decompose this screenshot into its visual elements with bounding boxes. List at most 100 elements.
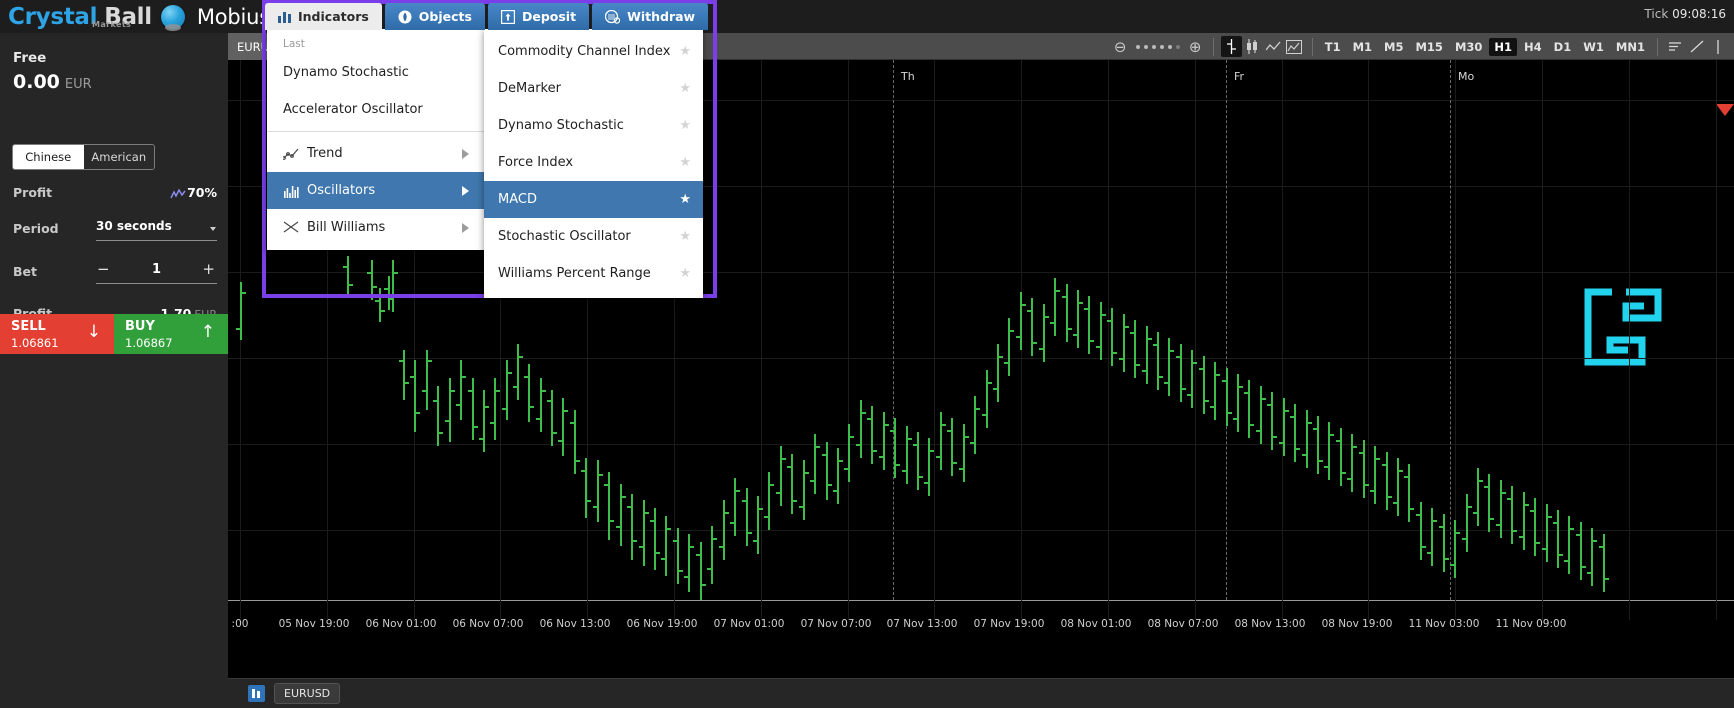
line-chart-type-icon[interactable] (1263, 36, 1284, 57)
menu-item-trend[interactable]: Trend (267, 135, 485, 172)
favorite-star-icon[interactable]: ★ (679, 44, 691, 59)
area-chart-type-icon[interactable] (1284, 36, 1305, 57)
zoom-level-dots[interactable] (1135, 44, 1180, 49)
chart-candle (963, 424, 965, 482)
chart-candle-open (456, 404, 461, 406)
chart-candle (826, 442, 828, 500)
chart-candle-open (1382, 464, 1387, 466)
chart-candle (1568, 516, 1570, 574)
chart-candle (928, 438, 930, 496)
favorite-star-icon[interactable]: ★ (679, 155, 691, 170)
menu-item-oscillators[interactable]: Oscillators (267, 172, 485, 209)
chart-candle-open (1336, 440, 1341, 442)
chart-candle-open (343, 266, 348, 268)
chart-candle (1123, 314, 1125, 372)
option-style-american[interactable]: American (83, 145, 154, 169)
bet-value[interactable]: 1 (96, 262, 217, 277)
tab-indicators[interactable]: Indicators (265, 3, 382, 30)
chevron-down-icon (210, 227, 216, 231)
menu-item-label: Accelerator Oscillator (283, 102, 423, 117)
favorite-star-icon[interactable]: ★ (679, 266, 691, 281)
chart-candle-open (810, 480, 815, 482)
zoom-out-icon[interactable]: ⊖ (1110, 36, 1131, 57)
chart-candle (597, 460, 599, 522)
timeframe-m5[interactable]: M5 (1379, 38, 1408, 56)
submenu-item-commodity-channel-index[interactable]: Commodity Channel Index ★ (484, 33, 703, 70)
chart-candle-open (707, 568, 712, 570)
timeframe-t1[interactable]: T1 (1320, 38, 1346, 56)
chart-candle-close (1181, 388, 1187, 390)
chart-candle (608, 472, 610, 540)
chart-candle-close (1444, 558, 1450, 560)
chart-candle (986, 370, 988, 428)
buy-price: 1.06867 (125, 336, 173, 350)
timeframe-h4[interactable]: H4 (1519, 38, 1547, 56)
chart-candle-close (827, 484, 833, 486)
submenu-item-stochastic-oscillator[interactable]: Stochastic Oscillator ★ (484, 218, 703, 255)
bet-increase-button[interactable]: + (202, 260, 215, 278)
menu-item-label: Bill Williams (307, 220, 386, 235)
timeframe-h1[interactable]: H1 (1489, 37, 1518, 56)
timeframe-mn1[interactable]: MN1 (1611, 38, 1650, 56)
timeframe-m30[interactable]: M30 (1450, 38, 1487, 56)
chart-time-label: 08 Nov 19:00 (1321, 618, 1393, 630)
chart-candle-close (792, 500, 798, 502)
favorite-star-icon[interactable]: ★ (679, 229, 691, 244)
chart-day-label: Fr (1234, 70, 1245, 83)
tab-objects[interactable]: Objects (384, 3, 485, 30)
submenu-item-demarker[interactable]: DeMarker ★ (484, 70, 703, 107)
favorite-star-icon[interactable]: ★ (679, 81, 691, 96)
chart-candle (1454, 520, 1456, 578)
menu-item-dynamo-stochastic-recent[interactable]: Dynamo Stochastic (267, 54, 485, 91)
candlestick-chart-type-icon[interactable] (1242, 36, 1263, 57)
menu-item-bill-williams[interactable]: Bill Williams (267, 209, 485, 246)
data-window-icon[interactable] (1665, 36, 1686, 57)
chart-candle-open (1496, 524, 1501, 526)
timeframe-d1[interactable]: D1 (1549, 38, 1577, 56)
tab-withdraw[interactable]: Withdraw (592, 3, 709, 30)
vertical-line-icon[interactable] (1707, 36, 1728, 57)
bet-stepper[interactable]: − 1 + (96, 260, 217, 284)
option-style-toggle[interactable]: Chinese American (12, 144, 155, 170)
chart-candle (871, 406, 873, 464)
status-symbol-chip[interactable]: EURUSD (274, 683, 341, 704)
submenu-item-dynamo-stochastic[interactable]: Dynamo Stochastic ★ (484, 107, 703, 144)
bar-chart-type-icon[interactable] (1220, 36, 1242, 57)
chart-candle-open (833, 490, 838, 492)
chart-candle (894, 418, 896, 478)
chart-candle (379, 288, 381, 322)
menu-section-last: Last (283, 38, 305, 50)
timeframe-w1[interactable]: W1 (1578, 38, 1609, 56)
symbol-list-icon[interactable] (248, 685, 265, 702)
submenu-item-force-index[interactable]: Force Index ★ (484, 144, 703, 181)
tab-deposit[interactable]: Deposit (487, 3, 590, 30)
chart-candle-close (666, 528, 672, 530)
withdraw-coins-icon (605, 9, 621, 24)
zoom-control[interactable]: ⊖ ⊕ (1110, 36, 1206, 57)
chart-candle (951, 418, 953, 476)
chart-candle-close (632, 540, 638, 542)
menu-item-accelerator-oscillator-recent[interactable]: Accelerator Oscillator (267, 91, 485, 128)
submenu-item-williams-percent-range[interactable]: Williams Percent Range ★ (484, 255, 703, 292)
trendline-icon[interactable] (1686, 36, 1707, 57)
sell-button[interactable]: SELL 1.06861 ↓ (0, 314, 114, 354)
buy-button[interactable]: BUY 1.06867 ↑ (114, 314, 228, 354)
chart-candle-close (621, 496, 627, 498)
timeframe-m15[interactable]: M15 (1410, 38, 1447, 56)
chart-gridline-v (1629, 60, 1630, 620)
favorite-star-icon[interactable]: ★ (679, 192, 691, 207)
chart-candle (1546, 504, 1548, 562)
chart-candle-open (604, 484, 609, 486)
option-style-chinese[interactable]: Chinese (13, 145, 84, 169)
chart-candle (585, 458, 587, 518)
chart-candle-open (502, 408, 507, 410)
chart-candle-open (1130, 332, 1135, 334)
timeframe-m1[interactable]: M1 (1348, 38, 1377, 56)
favorite-star-icon[interactable]: ★ (679, 118, 691, 133)
chart-candle-close (1147, 338, 1153, 340)
chart-day-separator (893, 60, 894, 600)
zoom-in-icon[interactable]: ⊕ (1185, 36, 1206, 57)
submenu-item-macd[interactable]: MACD ★ (484, 181, 703, 218)
chart-candle (1534, 498, 1536, 556)
period-select[interactable]: 30 seconds (96, 218, 217, 241)
